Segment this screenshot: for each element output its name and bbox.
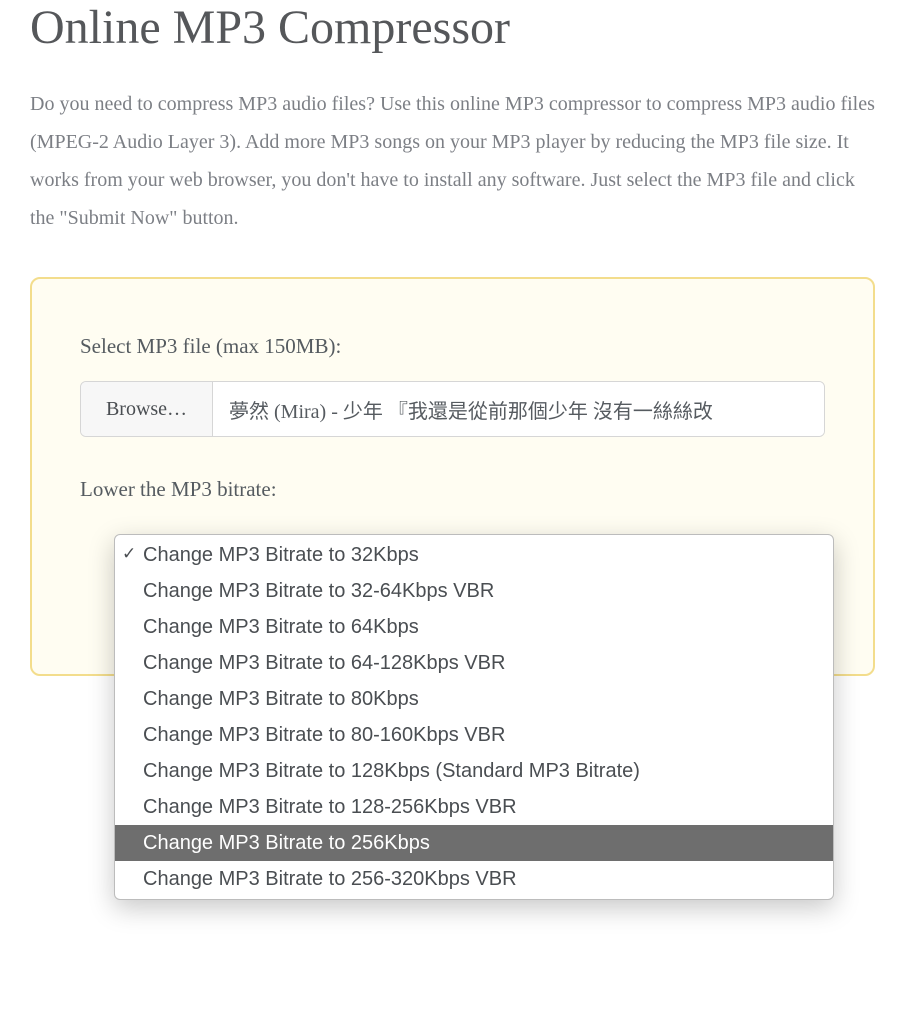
bitrate-option[interactable]: Change MP3 Bitrate to 64-128Kbps VBR xyxy=(115,645,833,681)
bitrate-dropdown-list: Change MP3 Bitrate to 32KbpsChange MP3 B… xyxy=(114,534,834,900)
file-input-row: Browse… 夢然 (Mira) - 少年 『我還是從前那個少年 沒有一絲絲改 xyxy=(80,381,825,437)
bitrate-field-label: Lower the MP3 bitrate: xyxy=(80,477,825,502)
bitrate-option[interactable]: Change MP3 Bitrate to 256-320Kbps VBR xyxy=(115,861,833,897)
selected-file-name[interactable]: 夢然 (Mira) - 少年 『我還是從前那個少年 沒有一絲絲改 xyxy=(213,382,824,436)
bitrate-option[interactable]: Change MP3 Bitrate to 32Kbps xyxy=(115,537,833,573)
bitrate-option[interactable]: Change MP3 Bitrate to 128-256Kbps VBR xyxy=(115,789,833,825)
bitrate-option[interactable]: Change MP3 Bitrate to 32-64Kbps VBR xyxy=(115,573,833,609)
bitrate-option[interactable]: Change MP3 Bitrate to 80Kbps xyxy=(115,681,833,717)
intro-text: Do you need to compress MP3 audio files?… xyxy=(30,85,875,237)
bitrate-dropdown[interactable]: Change MP3 Bitrate to 32KbpsChange MP3 B… xyxy=(114,534,834,900)
page-title: Online MP3 Compressor xyxy=(30,0,875,55)
bitrate-option[interactable]: Change MP3 Bitrate to 80-160Kbps VBR xyxy=(115,717,833,753)
browse-button[interactable]: Browse… xyxy=(81,382,213,436)
bitrate-option[interactable]: Change MP3 Bitrate to 128Kbps (Standard … xyxy=(115,753,833,789)
form-panel: Select MP3 file (max 150MB): Browse… 夢然 … xyxy=(30,277,875,676)
file-field-label: Select MP3 file (max 150MB): xyxy=(80,334,825,359)
bitrate-option[interactable]: Change MP3 Bitrate to 256Kbps xyxy=(115,825,833,861)
bitrate-option[interactable]: Change MP3 Bitrate to 64Kbps xyxy=(115,609,833,645)
page-container: Online MP3 Compressor Do you need to com… xyxy=(0,0,905,716)
